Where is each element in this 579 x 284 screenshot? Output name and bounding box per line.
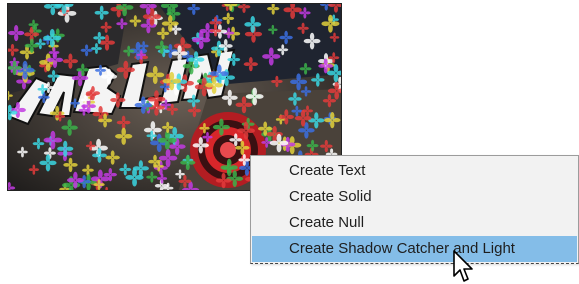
arrow-pointer-icon <box>453 250 473 282</box>
menu-item-create-null[interactable]: Create Null <box>251 210 578 236</box>
menu-item-create-text[interactable]: Create Text <box>251 158 578 184</box>
menu-item-create-solid[interactable]: Create Solid <box>251 184 578 210</box>
context-menu: Create Text Create Solid Create Null Cre… <box>250 155 579 264</box>
menu-item-create-shadow-catcher-and-light[interactable]: Create Shadow Catcher and Light <box>252 236 577 262</box>
context-menu-list: Create Text Create Solid Create Null Cre… <box>251 156 578 262</box>
